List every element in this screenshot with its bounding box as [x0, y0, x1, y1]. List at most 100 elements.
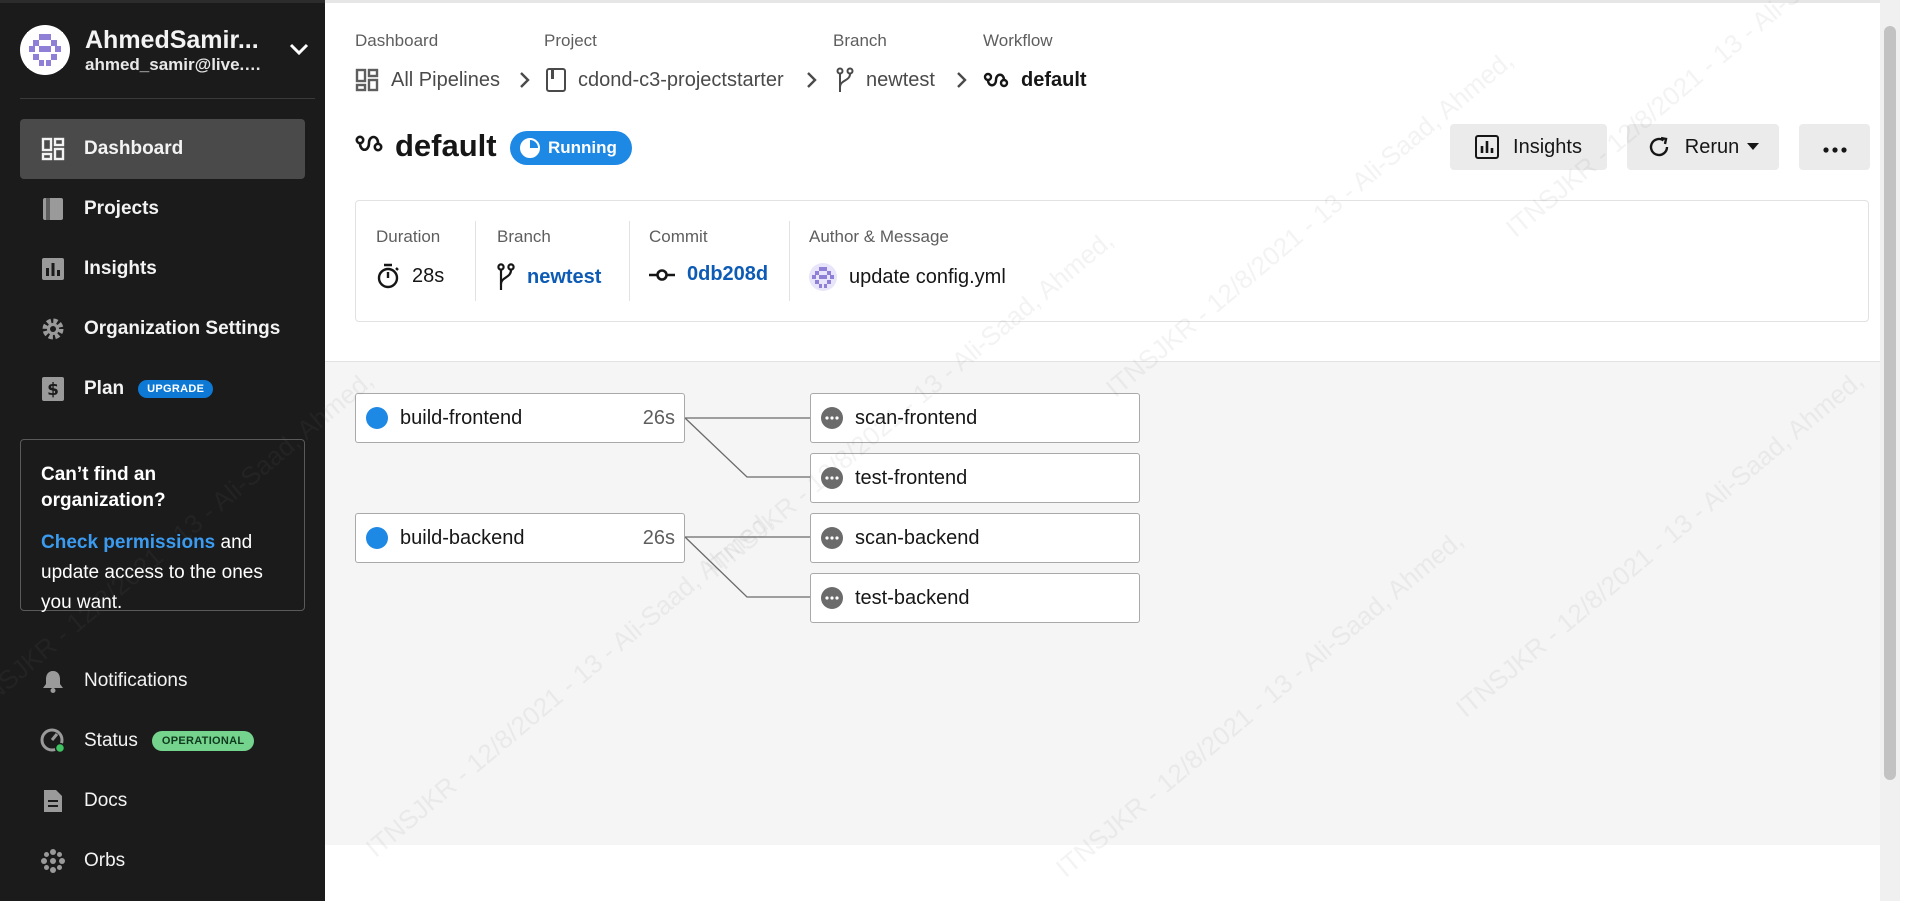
org-card-title: Can’t find an organization? [41, 464, 166, 511]
branch-icon [497, 263, 515, 291]
sidebar-item-docs[interactable]: Docs [20, 771, 305, 831]
breadcrumb-all-pipelines-label: All Pipelines [391, 68, 500, 91]
breadcrumb-workflow[interactable]: default [983, 66, 1087, 94]
breadcrumb-label-workflow: Workflow [983, 31, 1053, 50]
job-test-frontend[interactable]: test-frontend [810, 453, 1140, 503]
sidebar-item-label: Docs [84, 790, 128, 811]
account-email: ahmed_samir@live.c... [85, 55, 265, 74]
commit-icon [649, 268, 675, 282]
breadcrumb-branch-label: newtest [866, 68, 935, 91]
org-permissions-card: Can’t find an organization? Check permis… [20, 439, 305, 613]
rerun-button-label: Rerun [1684, 135, 1740, 158]
insights-icon [1475, 135, 1500, 159]
sidebar-item-insights[interactable]: Insights [20, 239, 305, 299]
insights-button-label: Insights [1513, 135, 1582, 158]
job-duration: 26s [642, 406, 675, 429]
sidebar-item-status[interactable]: Status OPERATIONAL [20, 711, 305, 771]
branch-icon [836, 67, 854, 93]
chevron-right-icon [955, 71, 969, 94]
job-scan-backend[interactable]: scan-backend [810, 513, 1140, 563]
running-icon [366, 527, 388, 549]
sidebar-item-label: Organization Settings [84, 318, 281, 339]
job-build-backend[interactable]: build-backend 26s [355, 513, 685, 563]
more-icon [1822, 136, 1847, 159]
sidebar-item-label: Dashboard [84, 138, 184, 159]
project-icon [546, 68, 566, 92]
status-badge: OPERATIONAL [151, 731, 255, 751]
job-name: test-frontend [855, 466, 968, 489]
account-switcher[interactable]: AhmedSamir... ahmed_samir@live.c... [20, 22, 310, 78]
job-test-backend[interactable]: test-backend [810, 573, 1140, 623]
job-build-frontend[interactable]: build-frontend 26s [355, 393, 685, 443]
sidebar-item-label: Plan [84, 378, 125, 399]
chevron-right-icon [518, 71, 532, 94]
commit-label: Commit [649, 227, 708, 246]
sidebar: AhmedSamir... ahmed_samir@live.c... Dash… [0, 0, 325, 901]
summary-divider [475, 221, 476, 301]
branch-link[interactable]: newtest [527, 266, 601, 289]
orbs-icon [40, 848, 66, 874]
breadcrumb-workflow-label: default [1021, 68, 1087, 91]
job-name: scan-frontend [855, 406, 978, 429]
breadcrumb-label-dashboard: Dashboard [355, 31, 439, 50]
sidebar-item-label: Projects [84, 198, 159, 219]
sidebar-item-projects[interactable]: Projects [20, 179, 305, 239]
workflow-graph: build-frontend 26s scan-frontend test-fr… [325, 361, 1900, 845]
caret-down-icon [1747, 143, 1760, 151]
pipelines-icon [355, 68, 379, 92]
commit-message: update config.yml [849, 265, 1006, 288]
sidebar-item-label: Status [84, 730, 138, 751]
running-icon [520, 138, 540, 158]
page-title: default [355, 128, 497, 164]
chevron-right-icon [805, 71, 819, 94]
sidebar-item-dashboard[interactable]: Dashboard [20, 119, 305, 179]
queued-icon [821, 467, 843, 489]
job-name: scan-backend [855, 526, 980, 549]
job-scan-frontend[interactable]: scan-frontend [810, 393, 1140, 443]
breadcrumb-label-project: Project [544, 31, 597, 50]
summary-divider [789, 221, 790, 301]
breadcrumb-project-label: cdond-c3-projectstarter [578, 68, 784, 91]
duration-value: 28s [412, 264, 445, 287]
workflow-icon [355, 133, 383, 160]
breadcrumb-project[interactable]: cdond-c3-projectstarter [546, 66, 784, 94]
main-content: Dashboard Project Branch Workflow All Pi… [325, 0, 1900, 901]
breadcrumb-branch[interactable]: newtest [836, 66, 935, 94]
more-options-button[interactable] [1799, 124, 1870, 170]
bell-icon [40, 668, 66, 694]
refresh-icon [1647, 135, 1671, 159]
check-permissions-link[interactable]: Check permissions [41, 532, 215, 553]
org-card-body: Check permissions and update access to t… [41, 528, 284, 618]
status-badge: Running [510, 131, 632, 165]
breadcrumb-all-pipelines[interactable]: All Pipelines [355, 66, 500, 94]
summary-divider [629, 221, 630, 301]
sidebar-item-orbs[interactable]: Orbs [20, 831, 305, 891]
commit-link[interactable]: 0db208d [687, 263, 768, 286]
rerun-button[interactable]: Rerun [1627, 124, 1779, 170]
sidebar-item-plan[interactable]: $ Plan UPGRADE [20, 359, 305, 419]
duration-label: Duration [376, 227, 441, 246]
job-name: build-frontend [400, 406, 523, 429]
scrollbar-thumb[interactable] [1884, 26, 1896, 780]
projects-icon [40, 196, 66, 222]
insights-button[interactable]: Insights [1450, 124, 1607, 170]
workflow-icon [983, 71, 1009, 89]
queued-icon [821, 587, 843, 609]
status-label: Running [548, 138, 617, 157]
workflow-name: default [395, 128, 497, 163]
avatar [20, 25, 70, 75]
branch-label: Branch [497, 227, 551, 246]
breadcrumb-label-branch: Branch [833, 31, 887, 50]
docs-icon [40, 788, 66, 814]
page-scrollbar[interactable] [1880, 0, 1900, 901]
dashboard-icon [40, 136, 66, 162]
sidebar-item-notifications[interactable]: Notifications [20, 651, 305, 711]
sidebar-divider [20, 98, 315, 99]
chevron-down-icon[interactable] [288, 38, 310, 65]
sidebar-top-border [0, 0, 325, 3]
insights-icon [40, 256, 66, 282]
upgrade-badge[interactable]: UPGRADE [138, 380, 214, 398]
sidebar-item-organization-settings[interactable]: Organization Settings [20, 299, 305, 359]
timer-icon [376, 263, 400, 289]
running-icon [366, 407, 388, 429]
